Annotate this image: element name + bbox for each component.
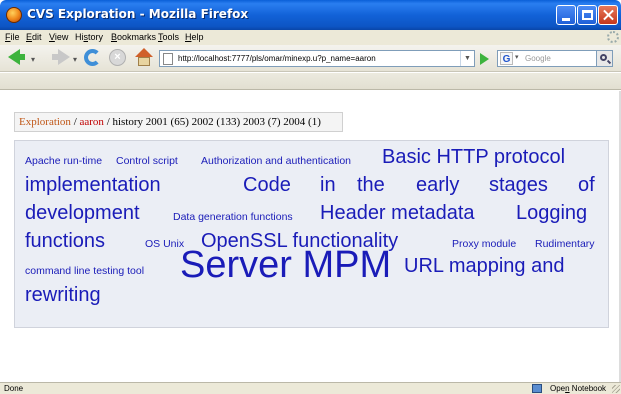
tag-header-metadata[interactable]: Header metadata bbox=[320, 202, 475, 225]
menu-view[interactable]: View bbox=[49, 32, 68, 42]
tag-basic-http[interactable]: Basic HTTP protocol bbox=[382, 146, 565, 169]
menu-history[interactable]: History bbox=[75, 32, 103, 42]
menu-tools[interactable]: Tools bbox=[158, 32, 179, 42]
tag-url-mapping-w1[interactable]: URL mapping and bbox=[404, 255, 564, 278]
google-engine-icon[interactable]: G bbox=[500, 52, 513, 65]
address-bar[interactable]: http://localhost:7777/pls/omar/minexp.u?… bbox=[159, 50, 475, 67]
forward-arrow-icon bbox=[58, 49, 70, 65]
tag-code-early-stages-w5[interactable]: stages bbox=[489, 174, 548, 197]
page-icon bbox=[163, 53, 173, 65]
go-button[interactable] bbox=[480, 53, 489, 65]
stop-button[interactable]: × bbox=[109, 49, 126, 66]
tag-logging-w1[interactable]: Logging bbox=[516, 202, 587, 225]
open-notebook-button[interactable]: Open Notebook bbox=[550, 384, 606, 393]
window-title: CVS Exploration - Mozilla Firefox bbox=[27, 7, 249, 21]
menu-help[interactable]: Help bbox=[185, 32, 204, 42]
engine-dropdown-icon[interactable]: ▾ bbox=[515, 53, 519, 61]
breadcrumb-separator: / bbox=[103, 116, 113, 128]
back-history-dropdown-icon[interactable]: ▾ bbox=[31, 55, 35, 64]
throbber-icon bbox=[607, 31, 619, 43]
menu-bar: File Edit View History Bookmarks Tools H… bbox=[0, 30, 621, 45]
search-box[interactable]: G ▾ Google bbox=[497, 50, 613, 67]
url-text[interactable]: http://localhost:7777/pls/omar/minexp.u?… bbox=[178, 54, 376, 63]
minimize-button[interactable] bbox=[556, 5, 576, 25]
magnifier-icon bbox=[600, 54, 607, 61]
breadcrumb-separator: / bbox=[70, 116, 80, 128]
page-content: Exploration / aaron / history 2001 (65) … bbox=[0, 91, 621, 382]
tag-code-early-stages-w1[interactable]: Code bbox=[243, 174, 291, 197]
tag-data-generation[interactable]: Data generation functions bbox=[173, 211, 293, 223]
tag-rudimentary-w2[interactable]: command line testing tool bbox=[25, 265, 144, 277]
firefox-icon bbox=[6, 7, 22, 23]
tag-server-mpm[interactable]: Server MPM bbox=[180, 244, 391, 287]
url-dropdown-icon[interactable]: ▼ bbox=[460, 51, 474, 66]
resize-grip-icon[interactable] bbox=[612, 385, 620, 393]
tag-os-unix[interactable]: OS Unix bbox=[145, 238, 184, 250]
maximize-button[interactable] bbox=[577, 5, 597, 25]
tag-apache-runtime[interactable]: Apache run-time bbox=[25, 155, 102, 167]
tag-authorization[interactable]: Authorization and authentication bbox=[201, 155, 351, 167]
breadcrumb-history-years: history 2001 (65) 2002 (133) 2003 (7) 20… bbox=[112, 116, 321, 128]
tag-implementation[interactable]: implementation bbox=[25, 174, 161, 197]
status-text: Done bbox=[4, 384, 24, 393]
search-button[interactable] bbox=[596, 50, 613, 67]
bookmarks-toolbar bbox=[0, 73, 621, 90]
tag-url-mapping-w2[interactable]: rewriting bbox=[25, 284, 101, 307]
notebook-icon[interactable] bbox=[532, 384, 542, 393]
breadcrumb-exploration-link[interactable]: Exploration bbox=[19, 116, 71, 128]
close-button[interactable] bbox=[598, 5, 618, 25]
tag-control-script[interactable]: Control script bbox=[116, 155, 178, 167]
breadcrumb-user-link[interactable]: aaron bbox=[80, 116, 104, 128]
tag-logging-w2[interactable]: functions bbox=[25, 230, 105, 253]
tag-code-early-stages-w3[interactable]: the bbox=[357, 174, 385, 197]
title-bar: CVS Exploration - Mozilla Firefox bbox=[0, 0, 621, 30]
home-button[interactable] bbox=[135, 48, 153, 66]
breadcrumb: Exploration / aaron / history 2001 (65) … bbox=[14, 112, 343, 132]
search-placeholder[interactable]: Google bbox=[525, 54, 551, 63]
tag-proxy-module[interactable]: Proxy module bbox=[452, 238, 516, 250]
reload-button[interactable] bbox=[84, 49, 101, 66]
forward-history-dropdown-icon[interactable]: ▾ bbox=[73, 55, 77, 64]
status-bar: Done Open Notebook bbox=[0, 382, 621, 394]
tag-code-early-stages-w2[interactable]: in bbox=[320, 174, 336, 197]
menu-file[interactable]: File bbox=[5, 32, 20, 42]
tag-rudimentary-w1[interactable]: Rudimentary bbox=[535, 238, 595, 250]
tag-cloud: Apache run-time Control script Authoriza… bbox=[14, 140, 609, 328]
navigation-toolbar: ▾ ▾ × http://localhost:7777/pls/omar/min… bbox=[0, 45, 621, 72]
tag-code-early-stages-w6[interactable]: of bbox=[578, 174, 595, 197]
tag-code-early-stages-w4[interactable]: early bbox=[416, 174, 459, 197]
tag-development[interactable]: development bbox=[25, 202, 140, 225]
menu-bookmarks[interactable]: Bookmarks bbox=[111, 32, 156, 42]
menu-edit[interactable]: Edit bbox=[26, 32, 42, 42]
